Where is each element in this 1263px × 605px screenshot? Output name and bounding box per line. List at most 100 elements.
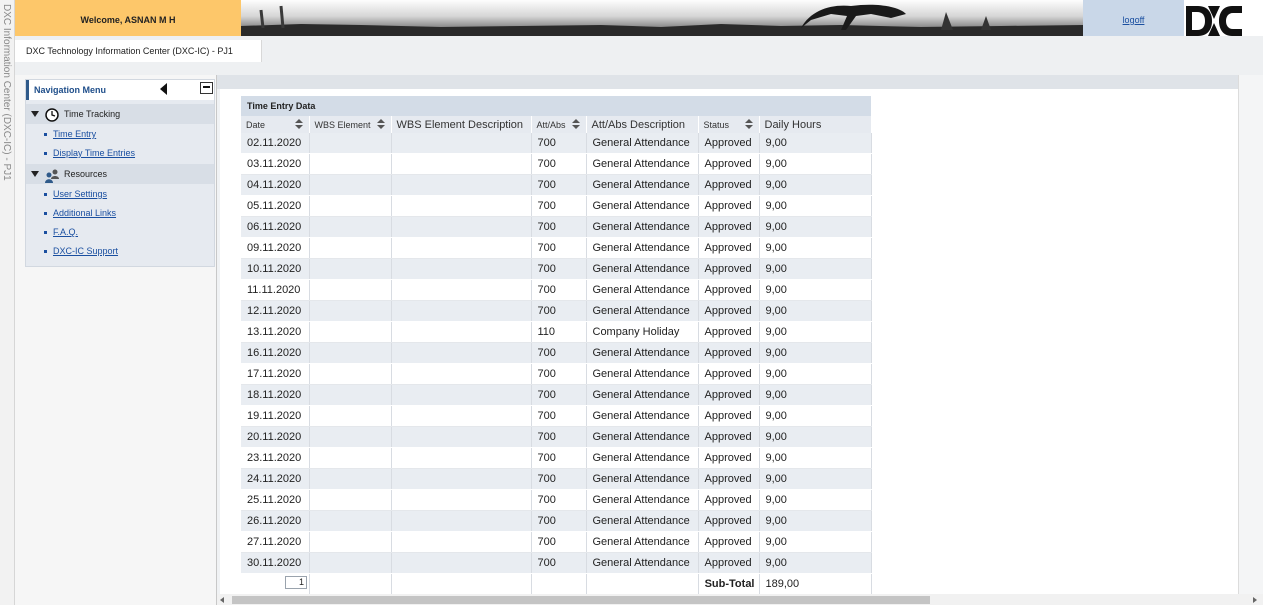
cell-status: Approved: [698, 300, 760, 322]
cell-daily-hours: 9,00: [759, 468, 872, 490]
empty-cell: [586, 573, 699, 595]
dxc-logo-icon: [1186, 6, 1242, 36]
cell-daily-hours: 9,00: [759, 321, 872, 343]
nav-link-time-entry[interactable]: Time Entry: [53, 129, 96, 139]
cell-wbs-element: [309, 468, 392, 490]
cell-att-abs: 700: [531, 342, 587, 364]
table-row[interactable]: 20.11.2020 700 General Attendance Approved 9…: [241, 426, 872, 448]
cell-status: Approved: [698, 468, 760, 490]
cell-att-abs-description: General Attendance: [586, 405, 699, 427]
cell-wbs-element: [309, 174, 392, 196]
cell-date: 11.11.2020: [241, 279, 310, 301]
cell-wbs-element: [309, 321, 392, 343]
table-row[interactable]: 12.11.2020 700 General Attendance Approved 9…: [241, 300, 872, 322]
cell-att-abs-description: General Attendance: [586, 363, 699, 385]
table-row[interactable]: 03.11.2020 700 General Attendance Approved 9…: [241, 153, 872, 175]
table-row[interactable]: 30.11.2020 700 General Attendance Approved 9…: [241, 552, 872, 574]
nav-link-additional-links[interactable]: Additional Links: [53, 208, 116, 218]
cell-daily-hours: 9,00: [759, 153, 872, 175]
cell-daily-hours: 9,00: [759, 216, 872, 238]
table-row[interactable]: 25.11.2020 700 General Attendance Approved 9…: [241, 489, 872, 511]
table-row[interactable]: 18.11.2020 700 General Attendance Approved 9…: [241, 384, 872, 406]
table-row[interactable]: 19.11.2020 700 General Attendance Approved 9…: [241, 405, 872, 427]
nav-link-user-settings[interactable]: User Settings: [53, 189, 107, 199]
cell-daily-hours: 9,00: [759, 447, 872, 469]
cell-daily-hours: 9,00: [759, 405, 872, 427]
minimize-icon[interactable]: [200, 82, 213, 94]
sort-icon[interactable]: [294, 119, 303, 130]
table-row[interactable]: 27.11.2020 700 General Attendance Approved 9…: [241, 531, 872, 553]
sort-icon[interactable]: [571, 119, 580, 130]
cell-att-abs: 700: [531, 552, 587, 574]
column-header-att-abs[interactable]: Att/Abs: [531, 116, 587, 133]
column-header-wbs-element-description[interactable]: WBS Element Description: [391, 116, 532, 133]
cell-daily-hours: 9,00: [759, 279, 872, 301]
cell-daily-hours: 9,00: [759, 195, 872, 217]
bullet-icon: [44, 231, 47, 234]
bullet-icon: [44, 133, 47, 136]
cell-att-abs: 700: [531, 195, 587, 217]
clock-icon: [45, 108, 59, 122]
nav-group-label: Resources: [64, 169, 108, 179]
cell-date: 05.11.2020: [241, 195, 310, 217]
cell-wbs-element: [309, 510, 392, 532]
nav-group-time-tracking[interactable]: Time Tracking: [26, 104, 214, 124]
nav-link-faq[interactable]: F.A.Q.: [53, 227, 78, 237]
table-row[interactable]: 11.11.2020 700 General Attendance Approved 9…: [241, 279, 872, 301]
cell-status: Approved: [698, 531, 760, 553]
cell-wbs-description: [391, 447, 532, 469]
horizontal-scrollbar[interactable]: [217, 594, 1263, 605]
nav-link-display-time-entries[interactable]: Display Time Entries: [53, 148, 135, 158]
table-row[interactable]: 09.11.2020 700 General Attendance Approved 9…: [241, 237, 872, 259]
sort-icon[interactable]: [744, 119, 753, 130]
scrollbar-thumb[interactable]: [232, 596, 930, 604]
cell-wbs-description: [391, 279, 532, 301]
cell-att-abs: 700: [531, 426, 587, 448]
table-header-row: Date WBS Element WBS Element Description…: [241, 116, 872, 133]
side-strip-label: DXC Information Center (DXC-IC) - PJ1: [1, 4, 12, 181]
table-row[interactable]: 06.11.2020 700 General Attendance Approved 9…: [241, 216, 872, 238]
table-row[interactable]: 17.11.2020 700 General Attendance Approved 9…: [241, 363, 872, 385]
table-row[interactable]: 04.11.2020 700 General Attendance Approved 9…: [241, 174, 872, 196]
empty-cell: [531, 573, 587, 595]
scroll-right-icon[interactable]: [1253, 597, 1257, 603]
table-row[interactable]: 24.11.2020 700 General Attendance Approved 9…: [241, 468, 872, 490]
cell-date: 26.11.2020: [241, 510, 310, 532]
table-row[interactable]: 16.11.2020 700 General Attendance Approved 9…: [241, 342, 872, 364]
table-row[interactable]: 05.11.2020 700 General Attendance Approved 9…: [241, 195, 872, 217]
column-header-label: Att/Abs: [536, 119, 566, 130]
cell-att-abs: 110: [531, 321, 587, 343]
column-header-att-abs-description[interactable]: Att/Abs Description: [586, 116, 699, 133]
column-header-daily-hours[interactable]: Daily Hours: [759, 116, 872, 133]
app-title-tab[interactable]: DXC Technology Information Center (DXC-I…: [15, 40, 262, 62]
cell-date: 23.11.2020: [241, 447, 310, 469]
cell-date: 04.11.2020: [241, 174, 310, 196]
cell-att-abs: 700: [531, 174, 587, 196]
scroll-left-icon[interactable]: [220, 597, 224, 603]
table-row[interactable]: 26.11.2020 700 General Attendance Approved 9…: [241, 510, 872, 532]
table-row[interactable]: 10.11.2020 700 General Attendance Approved 9…: [241, 258, 872, 280]
column-header-wbs-element[interactable]: WBS Element: [309, 116, 392, 133]
table-row[interactable]: 23.11.2020 700 General Attendance Approved 9…: [241, 447, 872, 469]
navigation-menu: Navigation Menu Time Tracking Time Entry…: [25, 79, 215, 267]
subtotal-row: 1 Sub-Total 189,00: [241, 573, 872, 595]
nav-group-resources[interactable]: Resources: [26, 164, 214, 184]
cell-wbs-description: [391, 174, 532, 196]
cell-att-abs-description: General Attendance: [586, 468, 699, 490]
table-row[interactable]: 13.11.2020 110 Company Holiday Approved 9,00: [241, 321, 872, 343]
column-header-date[interactable]: Date: [241, 116, 310, 133]
sort-icon[interactable]: [376, 119, 385, 130]
cell-att-abs: 700: [531, 363, 587, 385]
logoff-link[interactable]: logoff: [1123, 15, 1145, 25]
cell-wbs-element: [309, 405, 392, 427]
column-header-status[interactable]: Status: [698, 116, 760, 133]
expand-triangle-icon[interactable]: [31, 171, 39, 177]
logoff-area: logoff: [1083, 0, 1184, 40]
expand-triangle-icon[interactable]: [31, 111, 39, 117]
table-row[interactable]: 02.11.2020 700 General Attendance Approved 9…: [241, 133, 872, 154]
collapse-left-icon[interactable]: [160, 83, 167, 95]
nav-link-dxc-ic-support[interactable]: DXC-IC Support: [53, 246, 118, 256]
cell-att-abs: 700: [531, 510, 587, 532]
page-number-input[interactable]: 1: [285, 576, 307, 589]
cell-wbs-description: [391, 237, 532, 259]
